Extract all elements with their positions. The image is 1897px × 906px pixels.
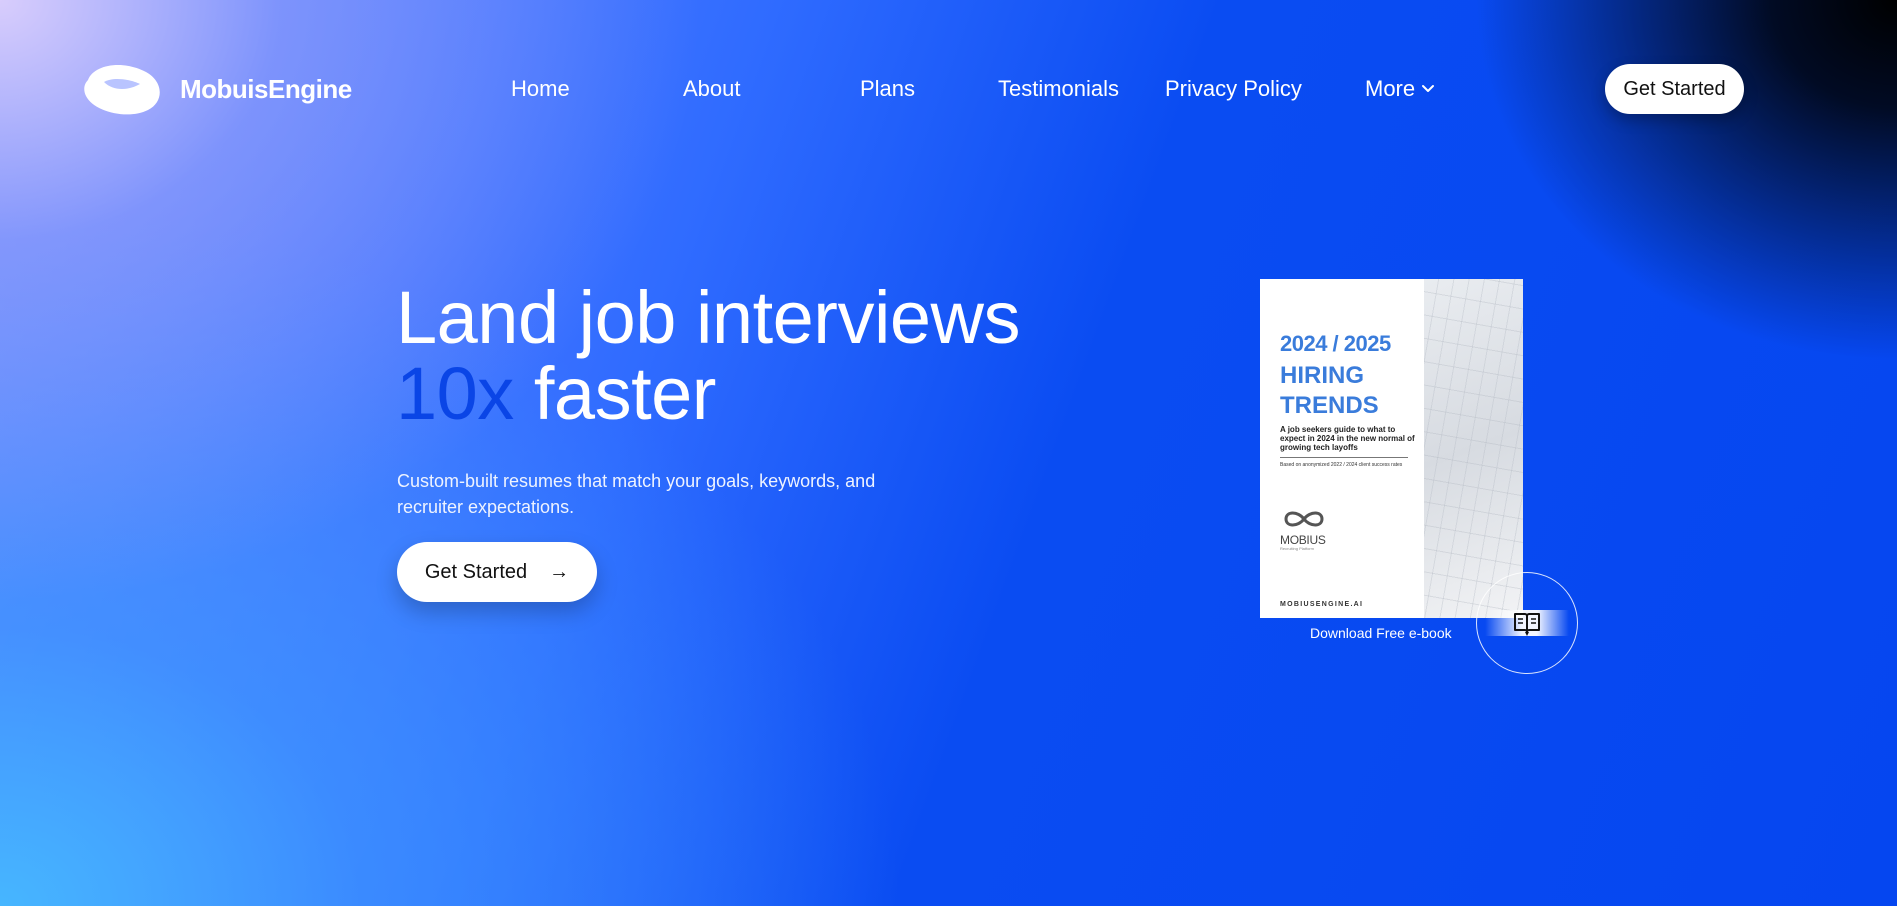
ebook-site: MOBIUSENGINE.AI xyxy=(1280,601,1364,608)
nav-item-plans[interactable]: Plans xyxy=(860,76,915,102)
download-ebook-link[interactable]: Download Free e-book xyxy=(1310,625,1452,641)
hero-title-rest: faster xyxy=(513,352,717,435)
nav-item-testimonials[interactable]: Testimonials xyxy=(998,76,1119,102)
brand-name: MobuisEngine xyxy=(180,73,352,104)
ebook-divider xyxy=(1280,457,1408,458)
hero-get-started-button[interactable]: Get Started → xyxy=(397,542,597,602)
nav-item-more-label: More xyxy=(1365,76,1416,101)
hero-cta-label: Get Started xyxy=(424,560,528,583)
hero-subtitle: Custom-built resumes that match your goa… xyxy=(397,471,876,517)
ebook-cover[interactable]: 2024 / 2025 HIRING TRENDS A job seekers … xyxy=(1260,279,1523,618)
header-get-started-button[interactable]: Get Started xyxy=(1605,64,1744,114)
arrow-right-icon: → xyxy=(549,560,570,583)
mobius-logo: MOBIUS Recruiting Platform xyxy=(1280,509,1330,551)
open-book-icon xyxy=(1514,613,1540,636)
ebook-year: 2024 / 2025 xyxy=(1280,331,1391,356)
ebook-note: Based on anonymized 2022 / 2024 client s… xyxy=(1280,462,1403,468)
ebook-description: A job seekers guide to what to expect in… xyxy=(1280,425,1415,452)
nav-item-home[interactable]: Home xyxy=(511,76,570,102)
chevron-down-icon xyxy=(1422,85,1435,92)
ebook-logo-name: MOBIUS xyxy=(1280,533,1326,547)
hero-title-line1: Land job interviews xyxy=(396,276,1020,359)
logo-mark-icon xyxy=(84,65,160,115)
brand-logo[interactable]: MobuisEngine xyxy=(84,62,352,116)
nav-item-more[interactable]: More xyxy=(1365,76,1435,102)
hero-title-accent: 10x xyxy=(396,352,514,435)
ebook-title: HIRING TRENDS xyxy=(1280,362,1379,419)
hero-title: Land job interviews 10x faster xyxy=(396,280,1020,432)
building-image xyxy=(1424,279,1523,618)
open-ebook-button[interactable] xyxy=(1476,572,1578,674)
infinity-icon xyxy=(1284,511,1324,527)
top-navigation: MobuisEngine Home About Plans Testimonia… xyxy=(0,0,1897,180)
nav-item-privacy-policy[interactable]: Privacy Policy xyxy=(1165,76,1302,102)
nav-item-about[interactable]: About xyxy=(683,76,741,102)
